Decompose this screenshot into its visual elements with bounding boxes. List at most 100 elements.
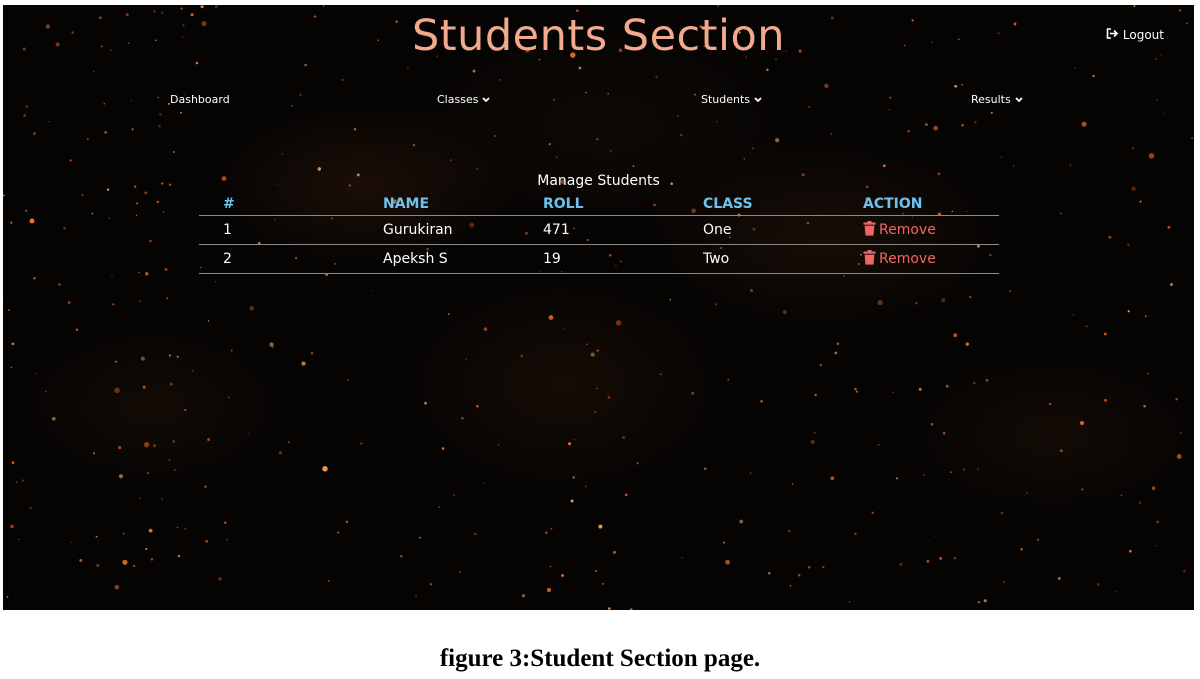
ember-dot: [596, 138, 599, 141]
ember-dot: [549, 565, 552, 568]
ember-dot: [590, 352, 595, 357]
ember-dot: [1156, 520, 1159, 524]
ember-dot: [1163, 111, 1165, 114]
ember-dot: [548, 143, 551, 146]
ember-dot: [497, 444, 500, 446]
ember-dot: [135, 214, 138, 216]
ember-dot: [716, 121, 718, 123]
ember-dot: [482, 482, 485, 484]
nav-item-results[interactable]: Results: [971, 93, 1023, 106]
ember-dot: [602, 583, 604, 585]
ember-dot: [81, 194, 84, 197]
ember-dot: [1148, 153, 1155, 159]
ember-dot: [681, 556, 683, 559]
ember-dot: [25, 209, 28, 212]
ember-dot: [596, 387, 598, 390]
ember-dot: [1009, 290, 1012, 293]
ember-dot: [218, 577, 222, 581]
ember-dot: [1133, 5, 1136, 7]
ember-dot: [1127, 310, 1130, 313]
ember-dot: [945, 384, 949, 388]
ember-dot: [104, 131, 107, 134]
ember-dot: [915, 302, 918, 305]
ember-dot: [158, 125, 161, 128]
ember-dot: [1116, 591, 1118, 593]
ember-dot: [200, 5, 204, 9]
ember-dot: [822, 565, 825, 569]
ember-dot: [3, 299, 4, 301]
nav-item-label: Classes: [437, 93, 479, 106]
ember-dot: [180, 7, 183, 10]
ember-dot: [570, 499, 574, 503]
ember-dot: [29, 506, 32, 510]
ember-dot: [63, 226, 67, 230]
ember-dot: [1120, 494, 1123, 497]
remove-button[interactable]: Remove: [863, 249, 936, 269]
ember-dot: [345, 520, 349, 524]
ember-dot: [933, 125, 938, 131]
ember-dot: [907, 130, 910, 133]
ember-dot: [281, 153, 284, 155]
remove-button[interactable]: Remove: [863, 220, 936, 240]
ember-dot: [15, 481, 18, 483]
action-cell: Remove: [839, 244, 999, 274]
ember-dot: [854, 532, 857, 536]
row-number: 1: [199, 215, 359, 245]
ember-dot: [561, 574, 564, 577]
ember-dot: [1081, 488, 1084, 491]
ember-dot: [691, 391, 695, 395]
ember-dot: [969, 296, 972, 299]
nav-item-dashboard[interactable]: Dashboard: [170, 93, 230, 106]
ember-dot: [70, 541, 72, 544]
ember-dot: [474, 532, 477, 536]
ember-dot: [1138, 501, 1142, 505]
ember-dot: [33, 132, 36, 136]
ember-dot: [91, 212, 94, 215]
logout-button[interactable]: Logout: [1106, 28, 1164, 42]
main-nav: Dashboard Classes Students Results: [3, 93, 1194, 109]
ember-dot: [347, 378, 350, 381]
ember-dot: [195, 61, 199, 65]
ember-dot: [131, 128, 134, 131]
ember-dot: [207, 438, 211, 442]
ember-dot: [10, 221, 13, 224]
nav-item-label: Results: [971, 93, 1011, 106]
ember-dot: [892, 391, 894, 394]
ember-dot: [977, 601, 980, 604]
figure-caption: figure 3:Student Section page.: [439, 645, 761, 672]
ember-dot: [1139, 200, 1142, 203]
ember-dot: [341, 78, 344, 82]
nav-item-classes[interactable]: Classes: [437, 93, 491, 106]
ember-dot: [322, 466, 328, 472]
ember-dot: [287, 441, 290, 444]
ember-dot: [942, 432, 946, 435]
ember-dot: [176, 526, 179, 529]
ember-dot: [370, 290, 372, 292]
ember-dot: [108, 217, 111, 220]
ember-dot: [791, 483, 794, 485]
ember-dot: [226, 538, 229, 541]
ember-dot: [1072, 314, 1074, 316]
ember-dot: [743, 158, 746, 160]
ember-dot: [834, 351, 838, 355]
ember-dot: [204, 485, 207, 488]
ember-dot: [322, 5, 325, 7]
ember-dot: [941, 298, 946, 303]
ember-dot: [424, 401, 427, 405]
ember-dot: [207, 320, 210, 322]
remove-label: Remove: [879, 222, 936, 238]
ember-dot: [521, 594, 525, 598]
table-header-row: # NAME ROLL CLASS ACTION: [199, 193, 999, 216]
ember-dot: [145, 547, 148, 550]
ember-dot: [224, 521, 227, 524]
ember-dot: [594, 410, 597, 413]
ember-dot: [578, 66, 582, 70]
ember-dot: [172, 151, 175, 153]
ember-dot: [1060, 212, 1062, 215]
ember-dot: [310, 351, 314, 355]
ember-dot: [774, 138, 780, 143]
student-class: Two: [679, 244, 839, 274]
nav-item-students[interactable]: Students: [701, 93, 762, 106]
ember-dot: [172, 440, 176, 443]
ember-dot: [494, 135, 496, 137]
